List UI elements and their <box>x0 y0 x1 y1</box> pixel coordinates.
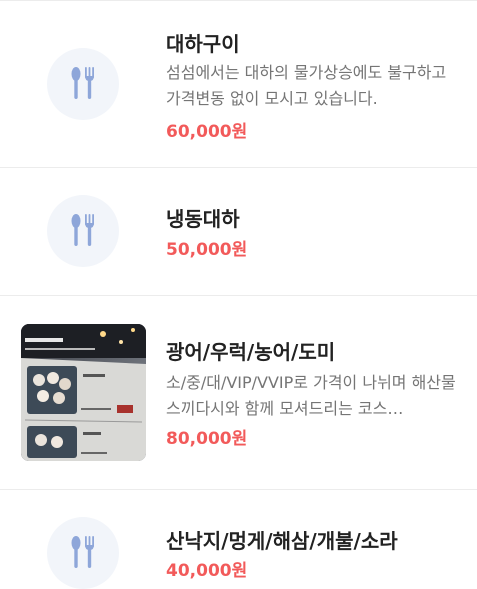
fork-knife-icon <box>71 67 94 99</box>
menu-item-price: 60,000원 <box>166 122 248 142</box>
menu-board-photo <box>21 324 146 461</box>
menu-item-placeholder <box>47 48 119 120</box>
menu-item-placeholder <box>47 195 119 267</box>
menu-item-placeholder <box>47 517 119 589</box>
menu-item-description: 섬섬에서는 대하의 물가상승에도 불구하고 가격변동 없이 모시고 있습니다. <box>166 63 447 108</box>
menu-item-description: 소/중/대/VIP/VVIP로 가격이 나뉘며 해산물 스끼다시와 함께 모셔드… <box>166 373 456 418</box>
fork-knife-icon <box>71 214 94 246</box>
fork-knife-icon <box>71 536 94 568</box>
menu-item[interactable]: 냉동대하 50,000원 <box>0 168 477 295</box>
menu-item-price: 50,000원 <box>166 240 248 260</box>
menu-item-photo <box>21 324 146 461</box>
menu-item-name: 광어/우럭/농어/도미 <box>166 340 336 364</box>
menu-item[interactable]: 광어/우럭/농어/도미 소/중/대/VIP/VVIP로 가격이 나뉘며 해산물 … <box>0 296 477 489</box>
menu-item-name: 냉동대하 <box>166 207 240 231</box>
menu-item-name: 산낙지/멍게/해삼/개불/소라 <box>166 529 398 553</box>
menu-item-price: 80,000원 <box>166 429 248 449</box>
menu-item[interactable]: 산낙지/멍게/해삼/개불/소라 40,000원 <box>0 490 477 589</box>
menu-item-name: 대하구이 <box>166 32 240 56</box>
menu-item[interactable]: 대하구이 섬섬에서는 대하의 물가상승에도 불구하고 가격변동 없이 모시고 있… <box>0 0 477 167</box>
menu-item-price: 40,000원 <box>166 561 248 581</box>
